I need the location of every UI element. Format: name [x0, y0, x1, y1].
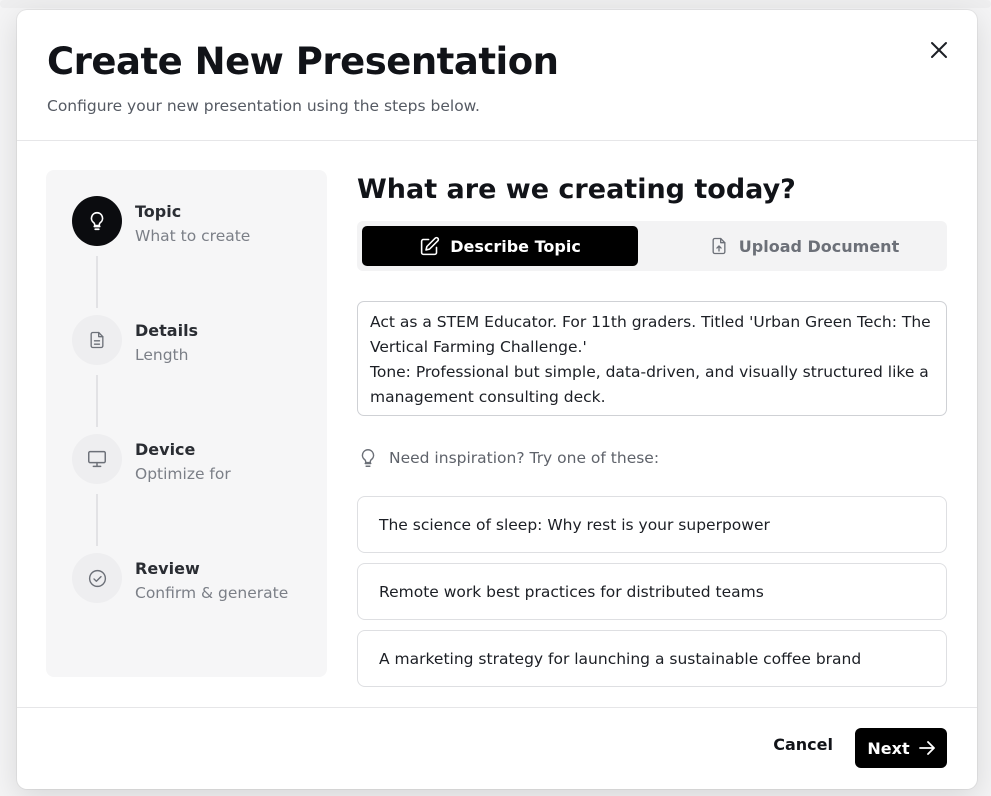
panel-question: What are we creating today? [357, 174, 796, 205]
file-upload-icon [709, 236, 729, 256]
document-icon [87, 330, 107, 350]
step-circle [72, 553, 122, 603]
input-mode-tabs: Describe Topic Upload Document [357, 221, 947, 271]
stepper: Topic What to create Details Length Devi… [46, 170, 327, 677]
create-presentation-dialog: Create New Presentation Configure your n… [17, 10, 977, 789]
monitor-icon [86, 448, 108, 470]
step-topic[interactable]: Topic What to create [72, 196, 312, 248]
step-connector [96, 494, 98, 546]
inspiration-label: Need inspiration? Try one of these: [389, 449, 660, 467]
step-title: Review [135, 559, 200, 578]
close-button[interactable] [927, 38, 951, 62]
step-title: Topic [135, 202, 182, 221]
step-description: Length [135, 346, 189, 364]
tab-upload-document[interactable]: Upload Document [666, 226, 942, 266]
step-title: Details [135, 321, 199, 340]
step-description: What to create [135, 227, 251, 245]
dialog-title: Create New Presentation [47, 40, 559, 83]
step-details[interactable]: Details Length [72, 315, 312, 367]
cancel-button[interactable]: Cancel [773, 735, 833, 754]
step-description: Optimize for [135, 465, 231, 483]
next-label: Next [867, 738, 910, 758]
inspiration-hint: Need inspiration? Try one of these: [357, 446, 659, 470]
step-circle [72, 315, 122, 365]
step-review[interactable]: Review Confirm & generate [72, 553, 312, 605]
dialog-header: Create New Presentation Configure your n… [17, 10, 977, 141]
topic-prompt-textarea[interactable]: Act as a STEM Educator. For 11th graders… [357, 301, 947, 416]
tab-label: Describe Topic [450, 236, 581, 256]
lightbulb-icon [357, 447, 379, 469]
close-icon [930, 41, 948, 59]
dialog-footer: Cancel Next [17, 707, 977, 789]
background-bar [0, 0, 991, 8]
tab-label: Upload Document [738, 236, 900, 256]
step-device[interactable]: Device Optimize for [72, 434, 312, 486]
step-connector [96, 375, 98, 427]
next-button[interactable]: Next [855, 728, 947, 768]
lightbulb-icon [86, 210, 108, 232]
arrow-right-icon [918, 741, 935, 755]
suggestion-item[interactable]: A marketing strategy for launching a sus… [357, 630, 947, 687]
check-circle-icon [87, 568, 108, 589]
step-title: Device [135, 440, 196, 459]
step-circle [72, 196, 122, 246]
suggestion-item[interactable]: The science of sleep: Why rest is your s… [357, 496, 947, 553]
dialog-subtitle: Configure your new presentation using th… [47, 97, 480, 115]
step-description: Confirm & generate [135, 584, 289, 602]
step-connector [96, 256, 98, 308]
suggestion-item[interactable]: Remote work best practices for distribut… [357, 563, 947, 620]
tab-describe-topic[interactable]: Describe Topic [362, 226, 638, 266]
step-circle [72, 434, 122, 484]
pencil-square-icon [419, 236, 440, 257]
